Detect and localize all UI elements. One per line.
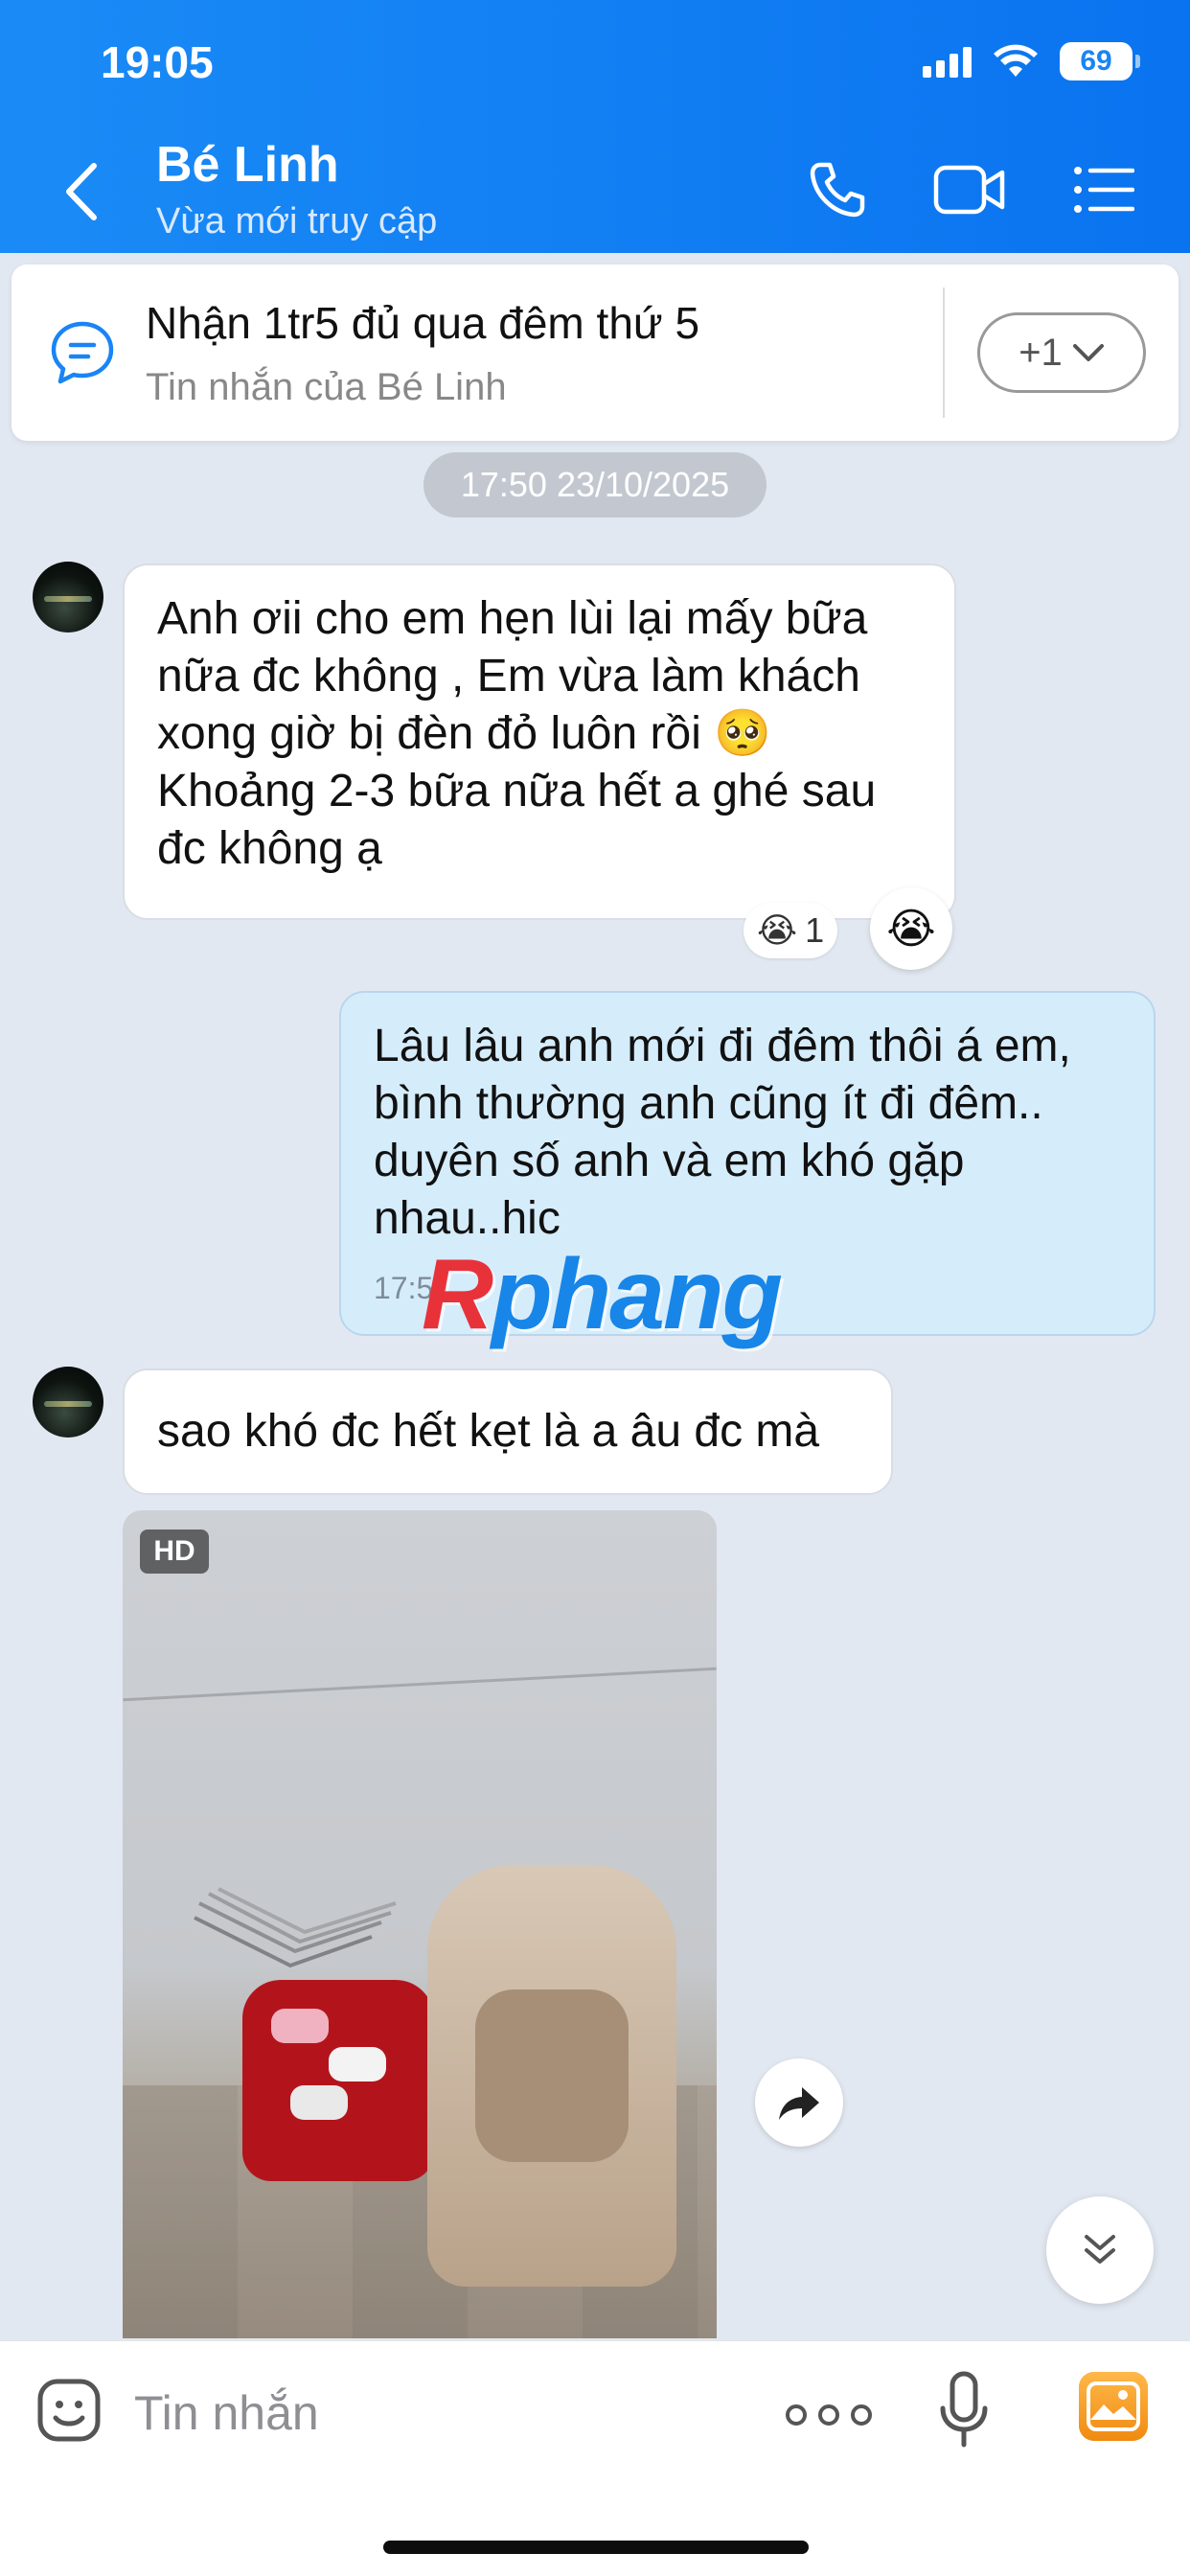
bag-item (290, 2085, 348, 2120)
wall-crack (123, 1667, 717, 1702)
watermark-logo: Rphang (422, 1238, 783, 1352)
message-text: Anh ơii cho em hẹn lùi lại mấy bữa nữa đ… (157, 593, 877, 874)
divider (943, 288, 945, 418)
bag-item (329, 2047, 386, 2082)
chat-header: 19:05 69 Bé Linh Vừa mới truy cập (0, 0, 1190, 253)
crying-face-icon: 😭 (886, 905, 936, 953)
battery-icon: 69 (1060, 42, 1140, 80)
back-arrow-icon[interactable] (57, 158, 105, 225)
incoming-message[interactable]: sao khó đc hết kẹt là a âu đc mà (123, 1368, 893, 1495)
message-input[interactable] (134, 2380, 747, 2447)
pinned-subtitle: Tin nhắn của Bé Linh (146, 366, 507, 408)
contact-status: Vừa mới truy cập (156, 201, 438, 242)
message-text: sao khó đc hết kẹt là a âu đc mà (157, 1406, 820, 1457)
pinned-more-button[interactable]: +1 (977, 312, 1146, 393)
video-camera-icon (933, 165, 1005, 215)
bag-item (271, 2009, 329, 2043)
hangers-image (194, 1887, 397, 1968)
pinned-message[interactable]: Nhận 1tr5 đủ qua đêm thứ 5 Tin nhắn của … (11, 264, 1179, 441)
reaction-emoji: 😭 (757, 910, 798, 950)
hd-badge: HD (140, 1530, 209, 1574)
reaction-summary[interactable]: 😭 1 (744, 903, 838, 958)
image-gallery-icon[interactable] (1077, 2370, 1150, 2443)
watermark-first: R (422, 1239, 493, 1350)
avatar[interactable] (33, 562, 103, 632)
avatar[interactable] (33, 1367, 103, 1438)
video-call-button[interactable] (931, 151, 1008, 228)
red-bag-image (242, 1980, 434, 2181)
pinned-title: Nhận 1tr5 đủ qua đêm thứ 5 (146, 298, 700, 348)
list-menu-icon (1074, 167, 1134, 213)
more-options-button[interactable] (786, 2391, 872, 2439)
cellular-signal-icon (923, 45, 972, 78)
reaction-count: 1 (805, 910, 825, 950)
dot-icon (786, 2404, 807, 2426)
home-indicator (383, 2541, 809, 2554)
watermark-rest: phang (492, 1239, 783, 1350)
status-time: 19:05 (101, 37, 214, 87)
incoming-message[interactable]: Anh ơii cho em hẹn lùi lại mấy bữa nữa đ… (123, 564, 956, 920)
message-composer (0, 2340, 1190, 2576)
dot-icon (818, 2404, 839, 2426)
image-message[interactable]: HD (123, 1510, 717, 2338)
backpack-pocket (475, 1990, 629, 2162)
chevron-down-icon (1072, 344, 1104, 361)
date-separator: 17:50 23/10/2025 (423, 452, 767, 518)
dot-icon (851, 2404, 872, 2426)
wifi-icon (994, 44, 1038, 77)
double-chevron-down-icon (1085, 2235, 1115, 2264)
reaction-button[interactable]: 😭 (870, 887, 952, 970)
chat-bubble-icon (51, 321, 114, 384)
chat-options-button[interactable] (1065, 151, 1142, 228)
call-button[interactable] (799, 151, 876, 228)
forward-button[interactable] (755, 2058, 843, 2147)
contact-name[interactable]: Bé Linh (156, 136, 339, 194)
share-arrow-icon (779, 2087, 819, 2120)
phone-icon (810, 162, 865, 218)
pinned-more-label: +1 (1018, 331, 1063, 374)
microphone-icon[interactable] (935, 2370, 993, 2450)
status-icons: 69 (923, 42, 1140, 80)
scroll-to-bottom-button[interactable] (1046, 2196, 1154, 2304)
sticker-emoji-icon[interactable] (34, 2376, 103, 2445)
backpack-image (427, 1865, 676, 2287)
message-text: Lâu lâu anh mới đi đêm thôi á em, bình t… (374, 1021, 1071, 1244)
